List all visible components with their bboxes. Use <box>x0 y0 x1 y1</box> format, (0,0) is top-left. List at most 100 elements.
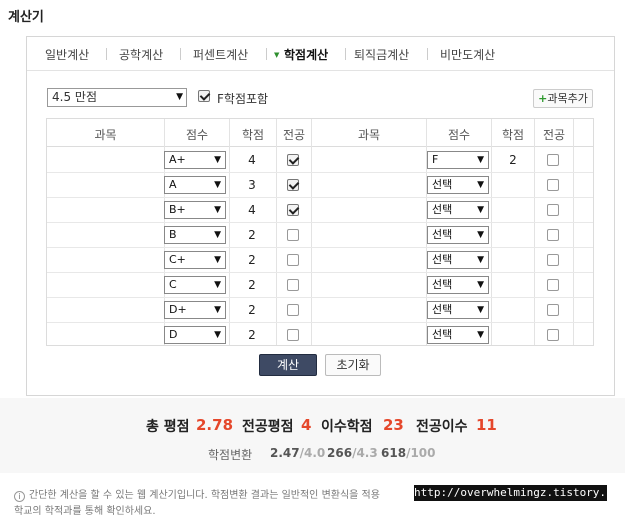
f-include-checkbox[interactable] <box>198 90 210 102</box>
major-checkbox[interactable] <box>287 229 299 241</box>
grade-select[interactable]: A+ ▼ <box>164 151 226 169</box>
grade-select[interactable]: C+ ▼ <box>164 251 226 269</box>
grade-select[interactable]: D+ ▼ <box>164 301 226 319</box>
credit-value: 3 <box>248 178 256 192</box>
major-gpa-value: 4 <box>301 416 312 434</box>
header-major: 전공 <box>542 128 566 142</box>
conversion-label: 학점변환 <box>208 448 253 462</box>
scale-select[interactable]: 4.5 만점 ▼ <box>47 88 187 107</box>
tab-divider <box>266 48 267 60</box>
major-checkbox[interactable] <box>287 279 299 291</box>
tab-divider <box>427 48 428 60</box>
reset-button[interactable]: 초기화 <box>325 354 381 376</box>
grade-select[interactable]: 선택 ▼ <box>427 176 489 194</box>
grade-select-value: 선택 <box>432 278 453 291</box>
tab-divider <box>106 48 107 60</box>
add-subject-button[interactable]: +과목추가 <box>533 89 593 108</box>
credit-value: 4 <box>248 153 256 167</box>
grade-select[interactable]: B+ ▼ <box>164 201 226 219</box>
header-subject: 과목 <box>357 128 381 142</box>
calculate-button[interactable]: 계산 <box>259 354 317 376</box>
notice-line: 간단한 계산을 할 수 있는 웹 계산기입니다. 학점변환 결과는 일반적인 변… <box>29 490 380 501</box>
dropdown-arrow-icon: ▼ <box>477 155 484 165</box>
grade-select[interactable]: 선택 ▼ <box>427 251 489 269</box>
dropdown-arrow-icon: ▼ <box>214 305 221 315</box>
major-checkbox[interactable] <box>547 229 559 241</box>
tab-divider <box>345 48 346 60</box>
grade-select[interactable]: 선택 ▼ <box>427 326 489 344</box>
dropdown-arrow-icon: ▼ <box>214 205 221 215</box>
major-credits-value: 11 <box>476 416 497 434</box>
credit-value: 4 <box>248 203 256 217</box>
grade-select[interactable]: 선택 ▼ <box>427 226 489 244</box>
conversion-4-3: 266/4.3 <box>327 446 378 460</box>
major-checkbox[interactable] <box>547 154 559 166</box>
grade-select[interactable]: 선택 ▼ <box>427 301 489 319</box>
tab-engineering[interactable]: 공학계산 <box>119 46 163 63</box>
tab-severance[interactable]: 퇴직금계산 <box>354 46 409 63</box>
dropdown-arrow-icon: ▼ <box>477 255 484 265</box>
major-checkbox[interactable] <box>547 204 559 216</box>
header-credit: 학점 <box>241 128 265 142</box>
grade-select-value: D+ <box>169 303 187 316</box>
grade-select-value: F <box>432 153 439 166</box>
grade-select-value: A <box>169 178 177 191</box>
major-checkbox[interactable] <box>547 329 559 341</box>
notice-line: 학교의 학적과를 통해 확인하세요. <box>14 506 156 517</box>
tab-general[interactable]: 일반계산 <box>45 46 89 63</box>
add-subject-label: 과목추가 <box>547 92 588 105</box>
major-checkbox[interactable] <box>287 204 299 216</box>
tab-grade[interactable]: 학점계산 <box>284 46 328 63</box>
grade-select-value: A+ <box>169 153 186 166</box>
conversion-4-0: 2.47/4.0 <box>270 446 325 460</box>
major-checkbox[interactable] <box>547 254 559 266</box>
grade-select[interactable]: C ▼ <box>164 276 226 294</box>
grade-select[interactable]: 선택 ▼ <box>427 276 489 294</box>
table-header: 과목 점수 학점 전공 과목 점수 학점 전공 <box>47 119 593 147</box>
conversion-value: 266 <box>327 446 353 460</box>
grade-select[interactable]: F ▼ <box>427 151 489 169</box>
total-gpa-label: 총 평점 <box>146 419 190 435</box>
dropdown-arrow-icon: ▼ <box>477 305 484 315</box>
dropdown-arrow-icon: ▼ <box>477 280 484 290</box>
major-gpa-label: 전공평점 <box>242 419 294 435</box>
grade-select[interactable]: D ▼ <box>164 326 226 344</box>
grade-select[interactable]: A ▼ <box>164 176 226 194</box>
conversion-max: /4.0 <box>299 446 326 460</box>
grade-select[interactable]: B ▼ <box>164 226 226 244</box>
grade-table: 과목 점수 학점 전공 과목 점수 학점 전공 A+ ▼ 4 F ▼ 2 A ▼ 3 선택 ▼ B+ ▼… <box>46 118 594 346</box>
dropdown-arrow-icon: ▼ <box>214 155 221 165</box>
table-row: A ▼ 3 선택 ▼ <box>47 173 593 198</box>
credit-value: 2 <box>248 253 256 267</box>
tab-percent[interactable]: 퍼센트계산 <box>193 46 248 63</box>
credit-value: 2 <box>248 303 256 317</box>
dropdown-arrow-icon: ▼ <box>176 92 183 102</box>
header-subject: 과목 <box>94 128 117 142</box>
major-checkbox[interactable] <box>287 154 299 166</box>
earned-credits-value: 23 <box>383 416 404 434</box>
major-checkbox[interactable] <box>547 304 559 316</box>
grade-select-value: 선택 <box>432 328 453 341</box>
table-row: B ▼ 2 선택 ▼ <box>47 223 593 248</box>
scale-select-value: 4.5 만점 <box>52 90 97 104</box>
header-major: 전공 <box>282 128 306 142</box>
credit-value: 2 <box>248 278 256 292</box>
grade-select[interactable]: 선택 ▼ <box>427 201 489 219</box>
calculator-panel: 일반계산 공학계산 퍼센트계산 ▼ 학점계산 퇴직금계산 비만도계산 4.5 만… <box>26 36 615 396</box>
major-checkbox[interactable] <box>287 179 299 191</box>
table-row: B+ ▼ 4 선택 ▼ <box>47 198 593 223</box>
major-checkbox[interactable] <box>287 254 299 266</box>
major-credits-label: 전공이수 <box>416 419 468 435</box>
watermark-url: http://overwhelmingz.tistory.com <box>414 485 625 501</box>
conversion-max: /100 <box>406 446 436 460</box>
grade-select-value: C+ <box>169 253 186 266</box>
tab-bmi[interactable]: 비만도계산 <box>440 46 495 63</box>
dropdown-arrow-icon: ▼ <box>214 255 221 265</box>
major-checkbox[interactable] <box>547 279 559 291</box>
major-checkbox[interactable] <box>287 304 299 316</box>
tab-divider <box>180 48 181 60</box>
grade-select-value: B+ <box>169 203 186 216</box>
major-checkbox[interactable] <box>287 329 299 341</box>
grade-select-value: 선택 <box>432 228 453 241</box>
major-checkbox[interactable] <box>547 179 559 191</box>
